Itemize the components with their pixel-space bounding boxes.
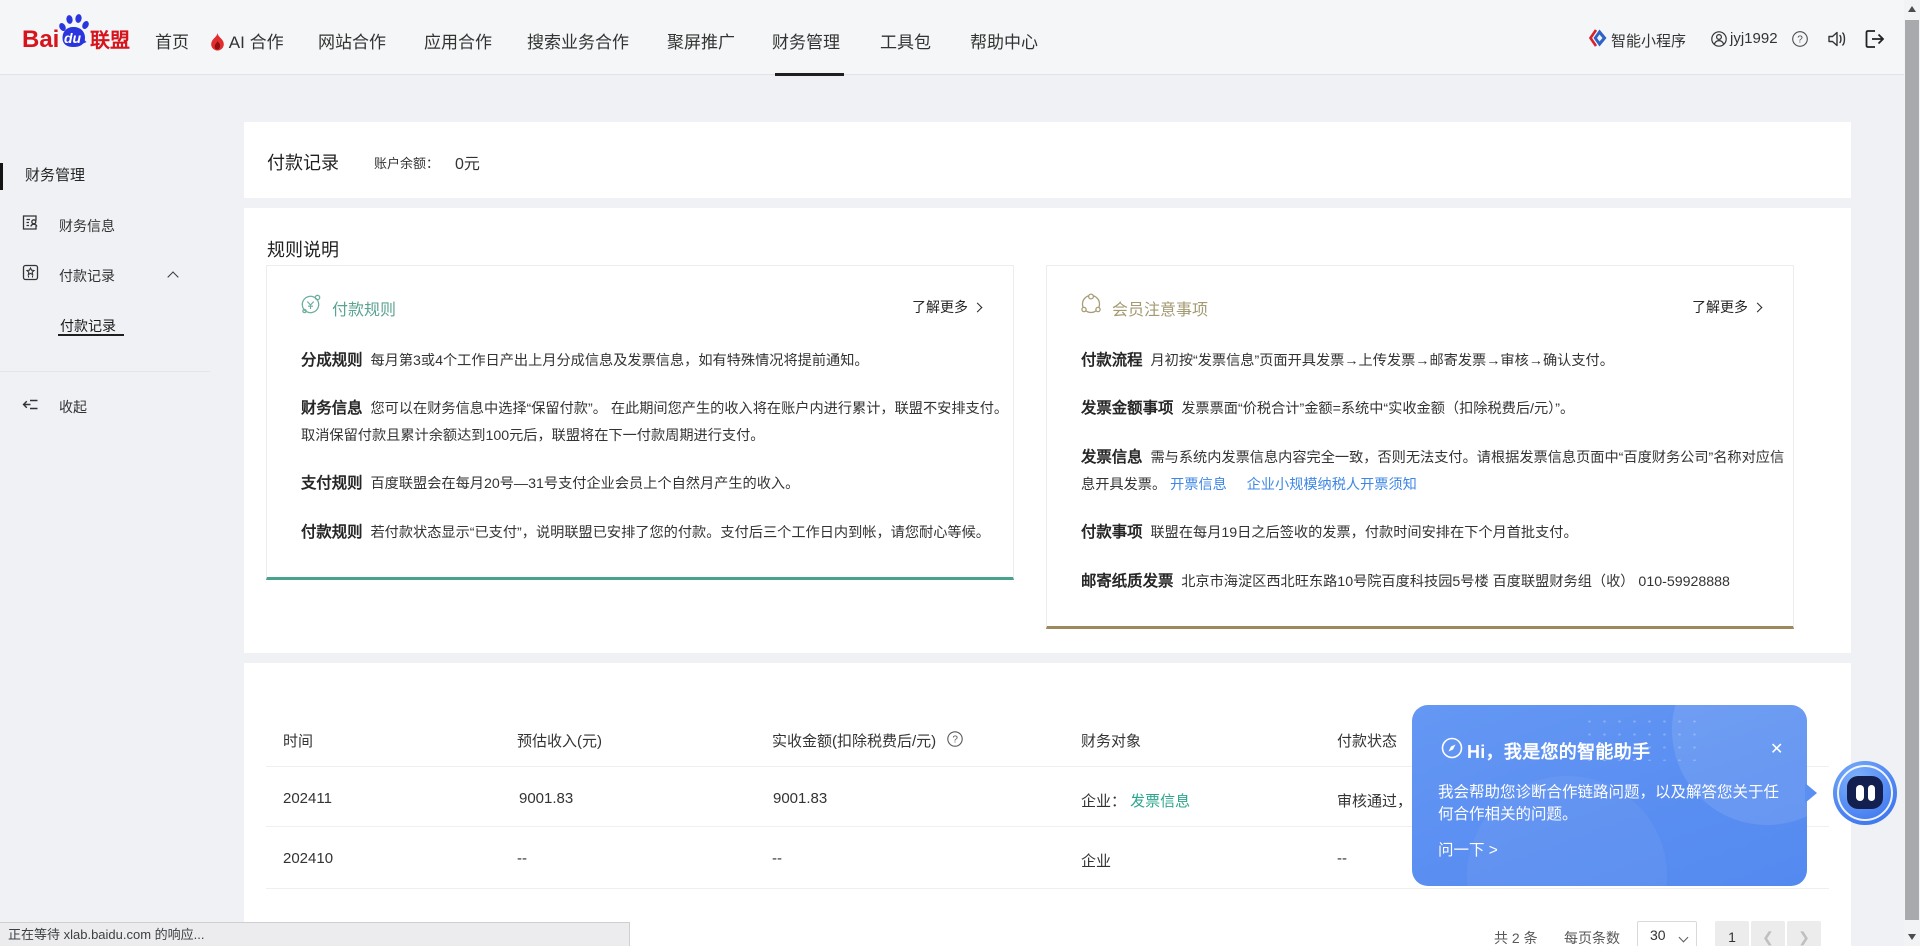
- svg-text:?: ?: [1797, 35, 1803, 46]
- svg-text:?: ?: [952, 735, 958, 746]
- svg-text:联盟: 联盟: [90, 29, 130, 50]
- svg-text:du: du: [64, 30, 82, 46]
- svg-text:Bai: Bai: [22, 26, 59, 50]
